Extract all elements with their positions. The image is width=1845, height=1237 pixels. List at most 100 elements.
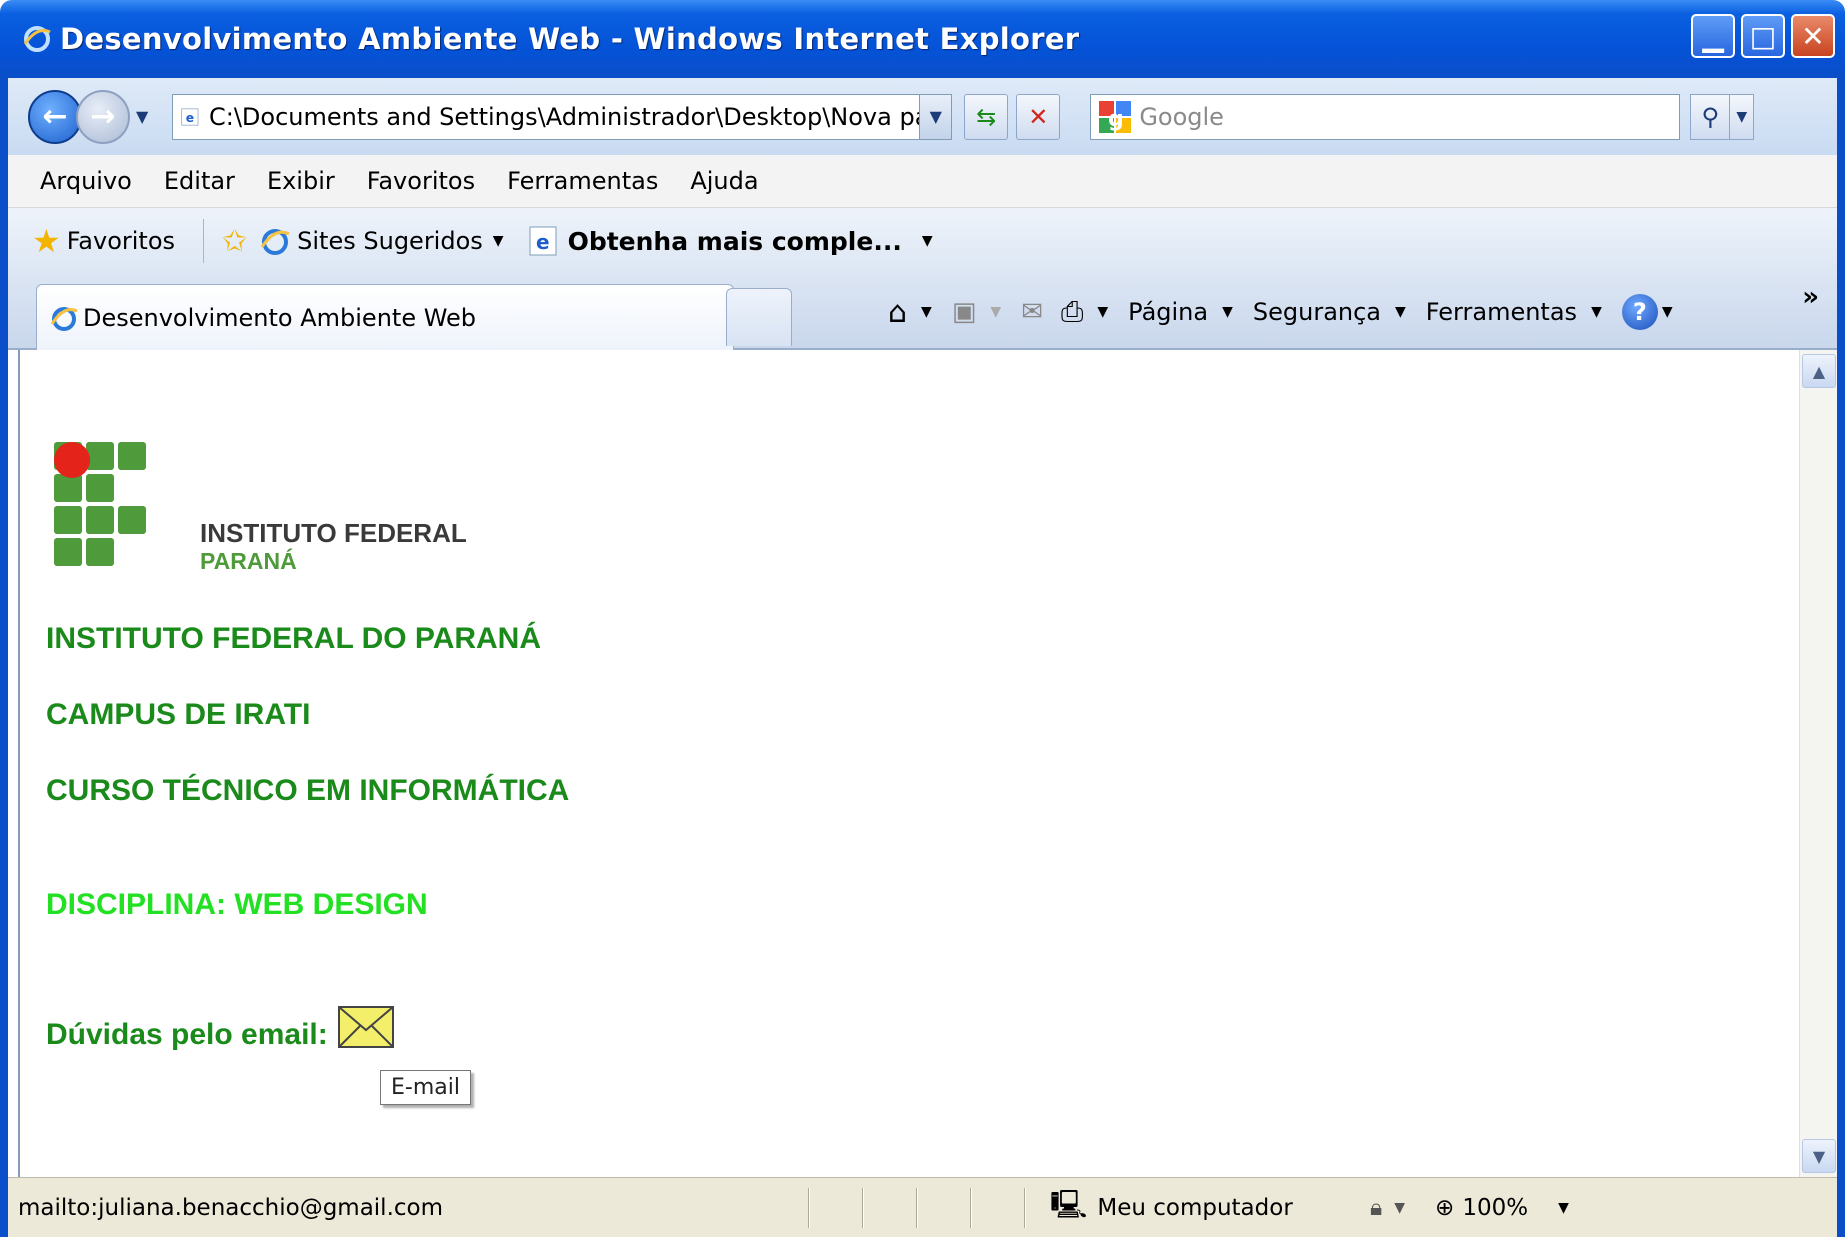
favorites-star-icon[interactable]: ★ <box>32 222 61 260</box>
status-bar: mailto:juliana.benacchio@gmail.com 🖳 Meu… <box>8 1177 1837 1237</box>
menu-ferramentas[interactable]: Ferramentas <box>507 167 658 195</box>
questions-label: Dúvidas pelo email: <box>46 1018 328 1051</box>
logo-red-dot <box>54 442 90 478</box>
zoom-level: 100% <box>1462 1194 1529 1221</box>
get-more-addons-label: Obtenha mais comple... <box>567 226 902 256</box>
chevron-down-icon: ▼ <box>1394 1199 1406 1216</box>
refresh-button[interactable]: ⇆ <box>964 93 1009 140</box>
status-text: mailto:juliana.benacchio@gmail.com <box>18 1194 444 1221</box>
menu-favoritos[interactable]: Favoritos <box>367 167 475 195</box>
chevron-down-icon[interactable]: ▼ <box>921 304 932 320</box>
chevron-down-icon: ▼ <box>1591 304 1602 320</box>
ie-logo-icon <box>50 306 78 331</box>
protected-mode-indicator[interactable]: 🔒︎ ▼ <box>1370 1195 1405 1221</box>
search-placeholder[interactable]: Google <box>1139 103 1224 131</box>
favorites-separator <box>203 219 205 263</box>
logo-text-institute: INSTITUTO FEDERAL <box>200 518 467 548</box>
status-separator <box>862 1187 864 1228</box>
mail-icon[interactable]: ✉ <box>1021 297 1043 327</box>
command-bar: ⌂ ▼ ▣ ▼ ✉ ⎙ ▼ Página ▼ Segurança ▼ Ferra… <box>888 274 1693 350</box>
address-bar[interactable]: e C:\Documents and Settings\Administrado… <box>172 93 953 140</box>
chevron-down-icon[interactable]: ▼ <box>1558 1200 1569 1216</box>
chevron-down-icon: ▼ <box>1395 304 1406 320</box>
address-toolbar: ← → ▼ e C:\Documents and Settings\Admini… <box>8 78 1837 155</box>
tab-desenvolvimento[interactable]: Desenvolvimento Ambiente Web <box>36 284 734 350</box>
zoom-icon: ⊕ <box>1435 1194 1455 1221</box>
vertical-scrollbar[interactable]: ▲ ▼ <box>1799 350 1837 1177</box>
tools-menu[interactable]: Ferramentas <box>1426 298 1577 326</box>
search-box[interactable]: g Google <box>1090 93 1681 140</box>
heading-campus: CAMPUS DE IRATI <box>46 698 311 731</box>
security-zone[interactable]: 🖳 Meu computador <box>1050 1184 1350 1232</box>
google-icon: g <box>1099 100 1132 133</box>
computer-icon: 🖳 <box>1050 1187 1088 1221</box>
print-icon[interactable]: ⎙ <box>1061 295 1083 329</box>
suggested-sites-button[interactable]: Sites Sugeridos ▼ <box>259 225 504 257</box>
menu-editar[interactable]: Editar <box>164 167 235 195</box>
email-envelope-icon[interactable] <box>337 1006 394 1048</box>
menu-exibir[interactable]: Exibir <box>267 167 335 195</box>
ie-logo-icon <box>260 229 290 255</box>
menu-arquivo[interactable]: Arquivo <box>40 167 132 195</box>
window-title: Desenvolvimento Ambiente Web - Windows I… <box>60 22 1080 56</box>
back-button[interactable]: ← <box>28 89 82 144</box>
institute-logo: INSTITUTO FEDERAL PARANÁ <box>54 442 467 576</box>
status-separator <box>916 1187 918 1228</box>
window-frame-left <box>0 78 8 1237</box>
chevron-down-icon: ▼ <box>1222 304 1233 320</box>
svg-text:g: g <box>1108 107 1124 132</box>
heading-course: CURSO TÉCNICO EM INFORMÁTICA <box>46 774 570 807</box>
suggested-sites-label: Sites Sugeridos <box>297 227 483 255</box>
more-commands-icon[interactable]: » <box>1802 282 1819 312</box>
help-icon[interactable]: ? <box>1621 294 1658 330</box>
page-menu[interactable]: Página <box>1128 298 1208 326</box>
scroll-up-icon[interactable]: ▲ <box>1802 354 1836 388</box>
page-icon: e <box>181 107 199 126</box>
heading-discipline: DISCIPLINA: WEB DESIGN <box>46 888 428 921</box>
minimize-button[interactable]: ▁ <box>1691 14 1735 58</box>
menu-bar: Arquivo Editar Exibir Favoritos Ferramen… <box>8 155 1837 208</box>
chevron-down-icon[interactable]: ▼ <box>1662 304 1673 320</box>
status-separator <box>1024 1187 1026 1228</box>
zone-label: Meu computador <box>1097 1194 1293 1221</box>
favorites-button[interactable]: Favoritos <box>67 227 175 255</box>
maximize-button[interactable]: □ <box>1741 14 1785 58</box>
address-url[interactable]: C:\Documents and Settings\Administrador\… <box>209 103 951 131</box>
chevron-down-icon: ▼ <box>921 233 933 249</box>
menu-ajuda[interactable]: Ajuda <box>690 167 758 195</box>
status-separator <box>970 1187 972 1228</box>
ie-logo-icon <box>23 26 51 52</box>
zoom-control[interactable]: ⊕ 100% <box>1435 1195 1528 1221</box>
new-tab-button[interactable] <box>726 288 792 346</box>
tab-row: Desenvolvimento Ambiente Web ⌂ ▼ ▣ ▼ ✉ ⎙… <box>8 274 1837 350</box>
logo-mark <box>54 442 154 576</box>
close-button[interactable]: ✕ <box>1791 14 1835 58</box>
email-tooltip: E-mail <box>380 1070 471 1105</box>
status-separator <box>808 1187 810 1228</box>
svg-text:e: e <box>186 110 194 124</box>
recent-pages-dropdown-icon[interactable]: ▼ <box>136 107 148 126</box>
get-more-addons-link[interactable]: e Obtenha mais comple... ▼ <box>528 225 933 257</box>
scroll-down-icon[interactable]: ▼ <box>1802 1139 1836 1173</box>
title-bar: Desenvolvimento Ambiente Web - Windows I… <box>0 0 1845 78</box>
tab-label: Desenvolvimento Ambiente Web <box>83 303 477 332</box>
forward-button[interactable]: → <box>76 89 130 144</box>
chevron-down-icon: ▼ <box>990 304 1002 320</box>
logo-text-state: PARANÁ <box>200 548 297 574</box>
page-icon: e <box>529 226 557 256</box>
rss-feed-icon[interactable]: ▣ <box>952 297 977 327</box>
safety-menu[interactable]: Segurança <box>1253 298 1381 326</box>
chevron-down-icon: ▼ <box>492 233 504 249</box>
window-frame-right <box>1837 78 1845 1237</box>
stop-button[interactable]: ✕ <box>1016 93 1061 140</box>
heading-institute: INSTITUTO FEDERAL DO PARANÁ <box>46 622 542 655</box>
chevron-down-icon[interactable]: ▼ <box>1097 304 1108 320</box>
home-icon[interactable]: ⌂ <box>888 295 907 330</box>
svg-text:e: e <box>536 230 550 254</box>
address-dropdown-button[interactable]: ▼ <box>919 94 952 139</box>
search-options-dropdown[interactable]: ▼ <box>1730 93 1755 140</box>
search-icon[interactable]: ⚲ <box>1690 93 1731 140</box>
page-content: INSTITUTO FEDERAL PARANÁ INSTITUTO FEDER… <box>18 350 1799 1177</box>
lock-icon: 🔒︎ <box>1370 1194 1383 1221</box>
add-favorite-icon[interactable]: ✩ <box>222 224 247 259</box>
